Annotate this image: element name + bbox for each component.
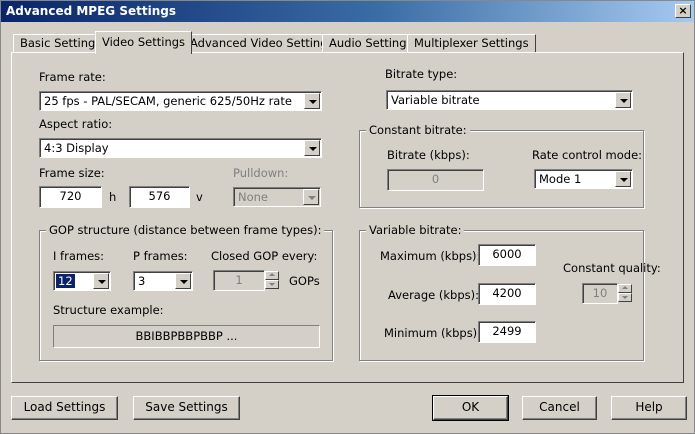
frame-rate-label: Frame rate: — [39, 70, 106, 84]
p-frames-label: P frames: — [133, 249, 188, 263]
tab-audio-settings[interactable]: Audio Settings — [322, 34, 420, 53]
constant-quality-label: Constant quality: — [563, 261, 661, 275]
chevron-down-icon[interactable] — [303, 189, 319, 205]
load-settings-button[interactable]: Load Settings — [11, 396, 118, 420]
minimum-kbps-input[interactable]: 2499 — [478, 321, 536, 343]
minimum-kbps-label: Minimum (kbps): — [384, 326, 482, 340]
video-settings-panel: Frame rate: 25 fps - PAL/SECAM, generic … — [11, 52, 684, 383]
tab-video-settings[interactable]: Video Settings — [95, 31, 193, 54]
frame-height-input[interactable]: 576 — [129, 186, 190, 208]
tab-multiplexer-settings[interactable]: Multiplexer Settings — [407, 34, 536, 53]
frame-height-unit: v — [196, 190, 203, 204]
spin-up-icon[interactable] — [618, 284, 632, 293]
constant-quality-input[interactable]: 10 — [582, 283, 618, 304]
spin-down-icon[interactable] — [265, 280, 279, 289]
rate-control-mode-value: Mode 1 — [539, 172, 582, 186]
gop-structure-title: GOP structure (distance between frame ty… — [46, 223, 325, 237]
tab-basic-settings[interactable]: Basic Settings — [13, 34, 109, 53]
close-icon[interactable]: × — [675, 4, 691, 18]
frame-rate-select[interactable]: 25 fps - PAL/SECAM, generic 625/50Hz rat… — [39, 91, 322, 111]
average-kbps-input[interactable]: 4200 — [478, 283, 536, 305]
pulldown-select[interactable]: None — [233, 187, 321, 207]
chevron-down-icon[interactable] — [175, 273, 191, 289]
i-frames-select[interactable]: 12 — [53, 271, 111, 291]
p-frames-select[interactable]: 3 — [133, 271, 193, 291]
save-settings-button[interactable]: Save Settings — [133, 396, 240, 420]
frame-size-label: Frame size: — [39, 166, 105, 180]
maximum-kbps-label: Maximum (kbps): — [380, 249, 481, 263]
bitrate-kbps-input[interactable]: 0 — [387, 169, 484, 191]
maximum-kbps-input[interactable]: 6000 — [478, 244, 536, 266]
bitrate-type-value: Variable bitrate — [391, 93, 480, 107]
rate-control-mode-label: Rate control mode: — [532, 148, 643, 162]
chevron-down-icon[interactable] — [615, 92, 631, 108]
closed-gop-unit: GOPs — [289, 274, 320, 288]
window-title: Advanced MPEG Settings — [6, 4, 176, 18]
chevron-down-icon[interactable] — [615, 171, 631, 187]
constant-bitrate-title: Constant bitrate: — [366, 123, 470, 137]
bitrate-type-select[interactable]: Variable bitrate — [386, 90, 633, 110]
structure-example-label: Structure example: — [53, 303, 164, 317]
help-button[interactable]: Help — [611, 396, 687, 420]
pulldown-label: Pulldown: — [233, 166, 289, 180]
chevron-down-icon[interactable] — [304, 93, 320, 109]
rate-control-mode-select[interactable]: Mode 1 — [534, 169, 633, 189]
variable-bitrate-group: Variable bitrate: Maximum (kbps): 6000 A… — [359, 223, 661, 361]
p-frames-value: 3 — [138, 274, 146, 288]
pulldown-value: None — [238, 190, 269, 204]
constant-bitrate-group: Constant bitrate: Bitrate (kbps): 0 Rate… — [359, 123, 644, 208]
advanced-mpeg-settings-dialog: Advanced MPEG Settings × Basic Settings … — [0, 0, 695, 434]
frame-rate-value: 25 fps - PAL/SECAM, generic 625/50Hz rat… — [44, 94, 292, 108]
average-kbps-label: Average (kbps): — [388, 288, 479, 302]
bitrate-kbps-label: Bitrate (kbps): — [387, 148, 470, 162]
spin-down-icon[interactable] — [618, 293, 632, 302]
i-frames-value: 12 — [56, 274, 75, 288]
aspect-ratio-select[interactable]: 4:3 Display — [39, 138, 322, 158]
aspect-ratio-value: 4:3 Display — [44, 141, 109, 155]
cancel-button[interactable]: Cancel — [522, 396, 597, 420]
tab-advanced-video-settings[interactable]: Advanced Video Settings — [183, 34, 341, 53]
chevron-down-icon[interactable] — [304, 140, 320, 156]
ok-button[interactable]: OK — [432, 395, 509, 421]
closed-gop-input[interactable]: 1 — [213, 270, 265, 291]
bitrate-type-label: Bitrate type: — [385, 67, 458, 81]
chevron-down-icon[interactable] — [93, 273, 109, 289]
spin-up-icon[interactable] — [265, 271, 279, 280]
frame-width-input[interactable]: 720 — [39, 186, 102, 208]
structure-example-value: BBIBBPBBPBBP ... — [53, 325, 320, 348]
title-bar: Advanced MPEG Settings — [1, 1, 694, 22]
gop-structure-group: GOP structure (distance between frame ty… — [39, 223, 333, 361]
variable-bitrate-title: Variable bitrate: — [366, 223, 465, 237]
aspect-ratio-label: Aspect ratio: — [39, 117, 113, 131]
i-frames-label: I frames: — [53, 249, 105, 263]
frame-width-unit: h — [109, 190, 117, 204]
closed-gop-label: Closed GOP every: — [211, 249, 318, 263]
